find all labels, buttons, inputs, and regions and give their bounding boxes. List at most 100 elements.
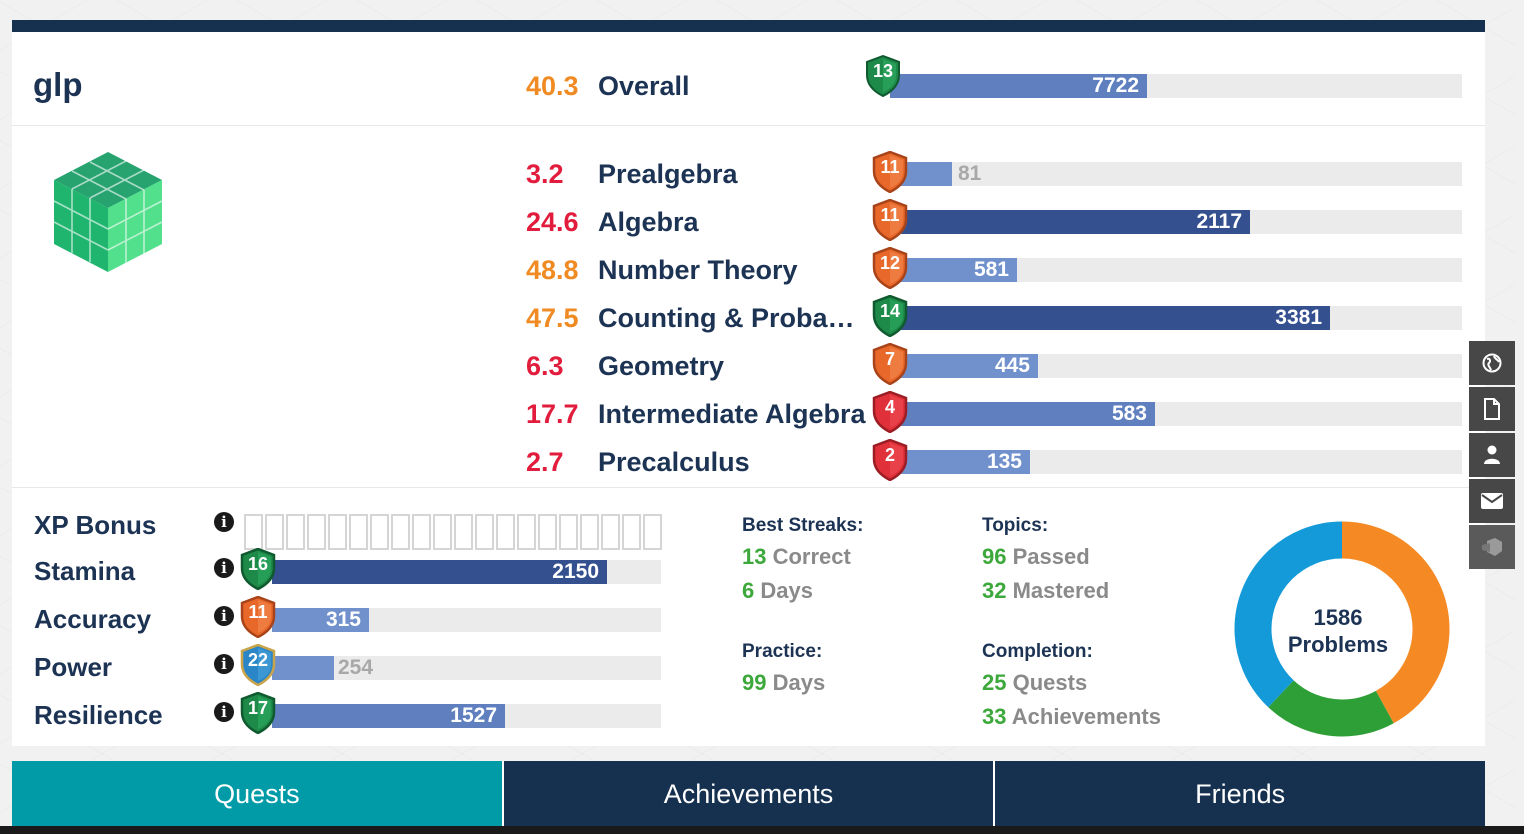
topic-row[interactable]: 47.5 Counting & Probability 3381 14 (12, 295, 1485, 337)
problems-count: 1586 (1313, 605, 1363, 630)
stat-level: 11 (248, 602, 268, 622)
overall-score: 40.3 (526, 71, 579, 101)
completion-quests: 25 Quests (982, 670, 1087, 696)
stat-info-icon[interactable]: i (214, 558, 234, 578)
topic-score: 2.7 (526, 447, 564, 477)
topics-passed-label: Passed (1012, 544, 1090, 569)
stat-info-icon[interactable]: i (214, 606, 234, 626)
stat-value: 1527 (450, 704, 497, 727)
stat-label: Accuracy (34, 604, 152, 634)
topic-row[interactable]: 2.7 Precalculus 135 2 (12, 439, 1485, 481)
xp-bonus-box (244, 514, 263, 550)
topic-level-shield-icon: 4 (872, 391, 908, 433)
topic-level-shield-icon: 12 (872, 247, 908, 289)
envelope-icon[interactable] (1469, 479, 1515, 523)
topic-row[interactable]: 24.6 Algebra 2117 11 (12, 199, 1485, 241)
tab-friends[interactable]: Friends (993, 761, 1486, 827)
profile-card: glp 40.3 Overall 7722 13 3.2 Prealgebra … (12, 20, 1485, 746)
xp-bonus-box (496, 514, 515, 550)
stat-level-shield-icon: 22 (240, 644, 276, 686)
topic-name: Intermediate Algebra (598, 399, 866, 429)
xp-bonus-box (601, 514, 620, 550)
overall-row: 40.3 Overall 7722 13 (12, 55, 1485, 101)
stat-bar-fill (272, 656, 334, 680)
topic-name: Algebra (598, 207, 699, 237)
topic-level: 11 (880, 205, 900, 225)
stat-label: Power (34, 652, 113, 682)
tab-quests[interactable]: Quests (12, 761, 502, 827)
topic-level-shield-icon: 11 (872, 199, 908, 241)
practice-heading: Practice: (742, 641, 823, 662)
topic-xp-value: 2117 (1196, 210, 1242, 233)
globe-icon[interactable] (1469, 341, 1515, 385)
practice-days: 99 Days (742, 670, 825, 696)
topic-row[interactable]: 3.2 Prealgebra 81 11 (12, 151, 1485, 193)
topic-xp-value: 445 (994, 354, 1030, 377)
best-streak-days-label: Days (760, 578, 813, 603)
user-icon[interactable] (1469, 433, 1515, 477)
best-streak-days: 6 Days (742, 578, 813, 604)
topic-level: 11 (880, 157, 900, 177)
topic-score: 6.3 (526, 351, 564, 381)
xp-bonus-box (349, 514, 368, 550)
overall-xp-bar: 7722 (890, 74, 1462, 98)
topic-xp-value: 135 (986, 450, 1022, 473)
topic-score: 3.2 (526, 159, 564, 189)
topic-score: 47.5 (526, 303, 579, 333)
topics-passed: 96 Passed (982, 544, 1090, 570)
stat-label: Resilience (34, 700, 163, 730)
document-icon[interactable] (1469, 387, 1515, 431)
completion-achievements: 33 Achievements (982, 704, 1161, 730)
completion-achievements-label: Achievements (1011, 704, 1161, 729)
practice-days-num: 99 (742, 670, 767, 695)
cube-icon[interactable] (1469, 525, 1515, 569)
topic-xp-bar: 445 (890, 354, 1462, 378)
topic-name: Geometry (598, 351, 725, 381)
xp-bonus-box (538, 514, 557, 550)
topics-mastered-label: Mastered (1012, 578, 1110, 603)
topic-name: Number Theory (598, 255, 798, 285)
topic-level-shield-icon: 11 (872, 151, 908, 193)
overall-xp-value: 7722 (1092, 74, 1139, 97)
divider-mid (12, 487, 1485, 488)
stat-bar: 1527 (272, 704, 661, 728)
overall-label: Overall (598, 71, 690, 101)
xp-bonus-box (622, 514, 641, 550)
overall-level: 13 (872, 61, 894, 81)
topic-level-shield-icon: 2 (872, 439, 908, 481)
problems-label: Problems (1287, 632, 1389, 657)
topic-row[interactable]: 6.3 Geometry 445 7 (12, 343, 1485, 385)
topic-score: 24.6 (526, 207, 579, 237)
best-streak-days-num: 6 (742, 578, 755, 603)
best-streak-correct: 13 Correct (742, 544, 851, 570)
topic-name: Precalculus (598, 447, 750, 477)
topic-level: 7 (884, 349, 895, 369)
tab-achievements[interactable]: Achievements (501, 761, 994, 827)
completion-heading: Completion: (982, 641, 1093, 662)
topic-xp-bar: 81 (890, 162, 1462, 186)
xp-bonus-box (307, 514, 326, 550)
stat-label: Stamina (34, 556, 136, 586)
topics-summary-heading: Topics: (982, 515, 1049, 536)
topics-passed-num: 96 (982, 544, 1007, 569)
completion-quests-label: Quests (1012, 670, 1088, 695)
xp-bonus-info-icon[interactable]: i (214, 512, 234, 532)
xp-bonus-box (391, 514, 410, 550)
xp-bonus-box (643, 514, 662, 550)
stat-bar: 315 (272, 608, 661, 632)
topic-row[interactable]: 48.8 Number Theory 581 12 (12, 247, 1485, 289)
profile-tabs: Quests Achievements Friends (12, 761, 1486, 827)
xp-bonus-box (265, 514, 284, 550)
topic-row[interactable]: 17.7 Intermediate Algebra 583 4 (12, 391, 1485, 433)
xp-bonus-box (580, 514, 599, 550)
stat-value: 315 (325, 608, 361, 631)
completion-achievements-num: 33 (982, 704, 1007, 729)
topic-xp-bar: 2117 (890, 210, 1462, 234)
stat-info-icon[interactable]: i (214, 702, 234, 722)
stat-info-icon[interactable]: i (214, 654, 234, 674)
best-streaks-heading: Best Streaks: (742, 515, 864, 536)
xp-bonus-box (286, 514, 305, 550)
stat-value: 254 (338, 656, 374, 679)
scrollbar-track[interactable] (1515, 0, 1524, 826)
side-dock (1469, 341, 1515, 571)
